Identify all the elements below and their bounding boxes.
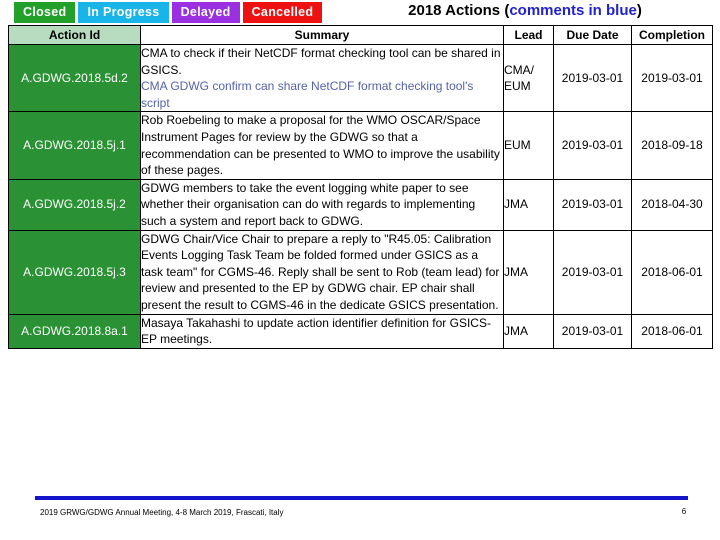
cell-lead: EUM bbox=[503, 111, 554, 180]
legend-tab-delayed[interactable]: Delayed bbox=[171, 2, 240, 23]
cell-action-id: A.GDWG.2018.5j.3 bbox=[8, 229, 141, 315]
table-header: Action Id Summary Lead Due Date Completi… bbox=[8, 25, 713, 45]
legend-tab-in-progress[interactable]: In Progress bbox=[78, 2, 169, 23]
table-row: A.GDWG.2018.5j.2 GDWG members to take th… bbox=[8, 178, 713, 231]
legend-tab-cancelled[interactable]: Cancelled bbox=[242, 2, 323, 23]
cell-action-id: A.GDWG.2018.8a.1 bbox=[8, 313, 141, 349]
column-header-completion: Completion bbox=[631, 25, 713, 45]
page-title: 2018 Actions (comments in blue) bbox=[340, 2, 710, 19]
cell-summary: Rob Roebeling to make a proposal for the… bbox=[140, 111, 504, 180]
cell-due-date: 2019-03-01 bbox=[553, 313, 632, 349]
cell-summary: CMA to check if their NetCDF format chec… bbox=[140, 43, 504, 113]
column-header-action-id: Action Id bbox=[8, 25, 141, 45]
slide: Closed In Progress Delayed Cancelled 2018 A… bbox=[0, 0, 720, 540]
header-row: Action Id Summary Lead Due Date Completi… bbox=[8, 25, 713, 45]
summary-text: GDWG members to take the event logging w… bbox=[141, 180, 476, 228]
legend-tab-closed[interactable]: Closed bbox=[14, 2, 76, 23]
cell-summary: GDWG Chair/Vice Chair to prepare a reply… bbox=[140, 229, 504, 315]
title-paren-close: ) bbox=[636, 2, 642, 19]
footer-meeting-info: 2019 GRWG/GDWG Annual Meeting, 4-8 March… bbox=[40, 508, 284, 517]
cell-due-date: 2019-03-01 bbox=[553, 229, 632, 315]
title-main: 2018 Actions bbox=[408, 2, 505, 19]
cell-summary: GDWG members to take the event logging w… bbox=[140, 178, 504, 231]
summary-comment: CMA GDWG confirm can share NetCDF format… bbox=[141, 79, 474, 110]
table-row: A.GDWG.2018.5j.3 GDWG Chair/Vice Chair t… bbox=[8, 229, 713, 315]
slide-page-number: 6 bbox=[681, 507, 687, 516]
cell-lead: JMA bbox=[503, 178, 554, 231]
cell-due-date: 2019-03-01 bbox=[553, 178, 632, 231]
cell-action-id: A.GDWG.2018.5d.2 bbox=[8, 43, 141, 113]
cell-completion: 2018-09-18 bbox=[631, 111, 713, 180]
actions-table-container: Action Id Summary Lead Due Date Completi… bbox=[8, 25, 713, 349]
cell-summary: Masaya Takahashi to update action identi… bbox=[140, 313, 504, 349]
cell-lead: CMA/ EUM bbox=[503, 43, 554, 113]
cell-action-id: A.GDWG.2018.5j.1 bbox=[8, 111, 141, 180]
summary-text: CMA to check if their NetCDF format chec… bbox=[141, 46, 501, 77]
table-row: A.GDWG.2018.5d.2 CMA to check if their N… bbox=[8, 43, 713, 113]
table-body: A.GDWG.2018.5d.2 CMA to check if their N… bbox=[8, 43, 713, 349]
table-row: A.GDWG.2018.5j.1 Rob Roebeling to make a… bbox=[8, 111, 713, 180]
title-blue-note: comments in blue bbox=[509, 2, 637, 19]
cell-lead: JMA bbox=[503, 313, 554, 349]
table-row: A.GDWG.2018.8a.1 Masaya Takahashi to upd… bbox=[8, 313, 713, 349]
summary-text: Rob Roebeling to make a proposal for the… bbox=[141, 113, 500, 178]
cell-completion: 2018-06-01 bbox=[631, 229, 713, 315]
summary-text: Masaya Takahashi to update action identi… bbox=[141, 315, 491, 347]
footer-divider bbox=[35, 496, 688, 500]
cell-completion: 2019-03-01 bbox=[631, 43, 713, 113]
column-header-lead: Lead bbox=[503, 25, 554, 45]
cell-due-date: 2019-03-01 bbox=[553, 43, 632, 113]
cell-completion: 2018-04-30 bbox=[631, 178, 713, 231]
actions-table: Action Id Summary Lead Due Date Completi… bbox=[8, 25, 713, 349]
column-header-due-date: Due Date bbox=[553, 25, 632, 45]
summary-text: GDWG Chair/Vice Chair to prepare a reply… bbox=[141, 231, 500, 312]
cell-lead: JMA bbox=[503, 229, 554, 315]
cell-due-date: 2019-03-01 bbox=[553, 111, 632, 180]
cell-completion: 2018-06-01 bbox=[631, 313, 713, 349]
cell-action-id: A.GDWG.2018.5j.2 bbox=[8, 178, 141, 231]
column-header-summary: Summary bbox=[140, 25, 504, 45]
status-legend: Closed In Progress Delayed Cancelled bbox=[14, 2, 323, 23]
